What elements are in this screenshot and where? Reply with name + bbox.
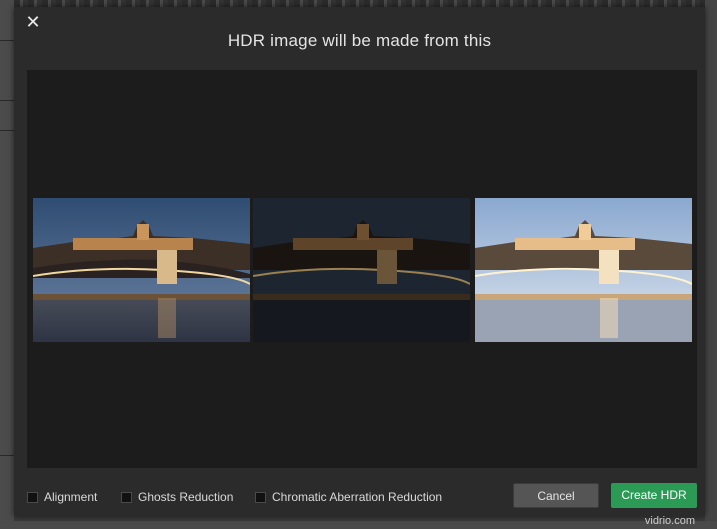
dialog-title: HDR image will be made from this xyxy=(227,31,492,50)
preview-image-bright xyxy=(475,198,692,342)
chromatic-aberration-label: Chromatic Aberration Reduction xyxy=(272,490,443,504)
checkbox-box[interactable] xyxy=(27,491,38,503)
checkbox-box[interactable] xyxy=(255,491,266,503)
ghosts-reduction-label: Ghosts Reduction xyxy=(138,490,234,504)
cancel-button[interactable]: Cancel xyxy=(513,483,599,508)
watermark: vidrio.com xyxy=(644,515,695,527)
background-right-panel xyxy=(705,0,717,529)
chromatic-aberration-checkbox[interactable]: Chromatic Aberration Reduction xyxy=(255,489,442,505)
preview-image-dark xyxy=(253,198,470,342)
alignment-checkbox[interactable]: Alignment xyxy=(27,489,97,505)
checkbox-box[interactable] xyxy=(121,491,132,503)
background-left-panel xyxy=(0,0,14,529)
background-bottom-bar xyxy=(0,521,717,529)
close-icon[interactable]: ✕ xyxy=(23,12,43,32)
preview-image-normal xyxy=(33,198,250,342)
alignment-label: Alignment xyxy=(44,490,98,504)
create-hdr-button[interactable]: Create HDR xyxy=(611,483,697,508)
ghosts-reduction-checkbox[interactable]: Ghosts Reduction xyxy=(121,489,233,505)
hdr-dialog: ✕ HDR image will be made from this Align… xyxy=(14,7,705,516)
preview-area xyxy=(27,70,697,468)
